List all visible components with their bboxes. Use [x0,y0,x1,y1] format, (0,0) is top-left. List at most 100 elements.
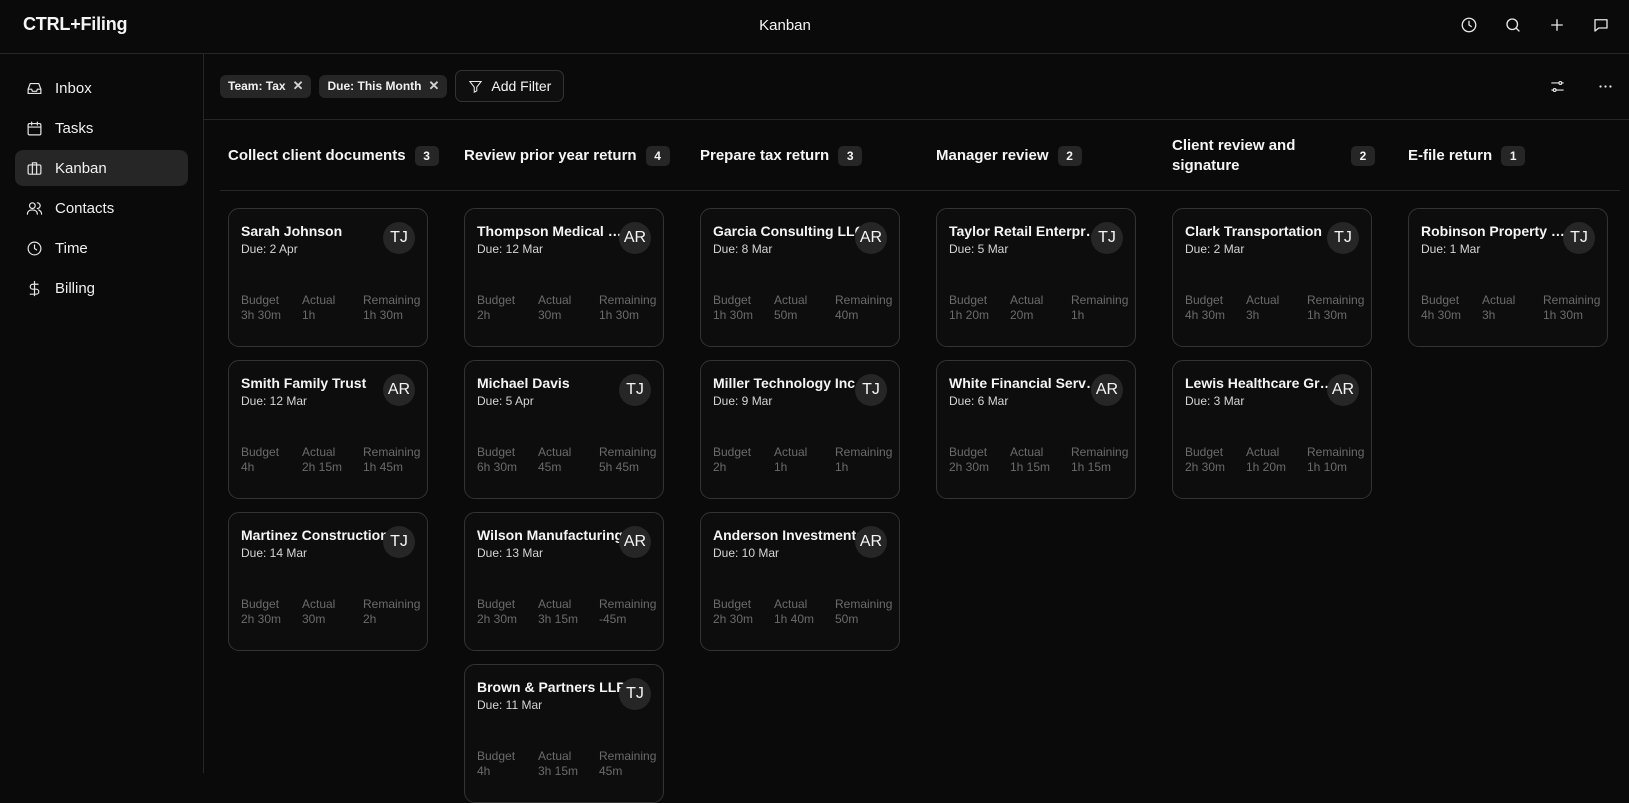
task-card[interactable]: Michael Davis Due: 5 Apr TJ Budget 6h 30m Act… [464,360,664,499]
task-card[interactable]: Lewis Healthcare Group Due: 3 Mar AR Budget… [1172,360,1372,499]
avatar[interactable]: TJ [619,374,651,406]
column-title: Collect client documents [228,146,406,164]
sidebar-item-contacts[interactable]: Contacts [15,190,188,226]
sidebar-item-kanban[interactable]: Kanban [15,150,188,186]
card-due-date: Due: 9 Mar [713,394,773,408]
chat-icon[interactable] [1589,13,1613,37]
card-client-name: Clark Transportation [1185,223,1322,239]
sidebar-item-billing[interactable]: Billing [15,270,188,306]
filter-chip-due[interactable]: Due: This Month ✕ [319,74,448,98]
sidebar-item-label: Kanban [55,159,107,177]
metric-value: 1h 15m [1010,460,1051,474]
metric-value: -45m [599,612,627,626]
metric-remaining: Remaining -45m [599,597,663,627]
avatar[interactable]: AR [383,374,415,406]
metric-budget: Budget 2h 30m [713,597,774,627]
avatar[interactable]: TJ [1091,222,1123,254]
sidebar-item-inbox[interactable]: Inbox [15,70,188,106]
metric-budget: Budget 2h [713,445,774,475]
metric-label: Actual [1246,293,1280,307]
metric-budget: Budget 4h [477,749,538,779]
avatar[interactable]: AR [1091,374,1123,406]
avatar[interactable]: AR [619,526,651,558]
settings-sliders-icon[interactable] [1545,74,1569,98]
filter-chip-team[interactable]: Team: Tax ✕ [220,74,312,98]
task-card[interactable]: Miller Technology Inc Due: 9 Mar TJ Budget 2… [700,360,900,499]
task-card[interactable]: Garcia Consulting LLC Due: 8 Mar AR Budget 1… [700,208,900,347]
close-icon[interactable]: ✕ [293,78,304,94]
metric-label: Remaining [363,445,421,459]
metric-value: 1h [835,460,849,474]
sidebar-item-time[interactable]: Time [15,230,188,266]
metric-label: Budget [241,445,280,459]
column-header: Prepare tax return 3 [700,120,920,191]
avatar[interactable]: TJ [855,374,887,406]
avatar[interactable]: TJ [619,678,651,710]
filter-chip-label: Team: Tax [228,79,286,93]
card-due-date: Due: 10 Mar [713,546,780,560]
avatar[interactable]: TJ [1327,222,1359,254]
plus-icon[interactable] [1545,13,1569,37]
metric-actual: Actual 1h [774,445,835,475]
metric-value: 4h [241,460,255,474]
inbox-icon [27,82,42,94]
metric-budget: Budget 4h 30m [1185,293,1246,323]
sidebar-item-label: Inbox [55,79,92,97]
avatar[interactable]: TJ [383,526,415,558]
task-card[interactable]: Sarah Johnson Due: 2 Apr TJ Budget 3h 30m Act… [228,208,428,347]
calendar-icon [27,121,42,135]
metric-value: 2h [713,460,727,474]
metric-label: Actual [1246,445,1280,459]
avatar[interactable]: AR [619,222,651,254]
column-count-badge: 1 [1501,145,1526,166]
metric-value: 2h 30m [477,612,518,626]
clock-icon[interactable] [1457,13,1481,37]
task-card[interactable]: Taylor Retail Enterprises Due: 5 Mar TJ Bud… [936,208,1136,347]
avatar[interactable]: AR [855,526,887,558]
avatar[interactable]: TJ [383,222,415,254]
metric-value: 1h 10m [1307,460,1348,474]
metric-value: 1h 15m [1071,460,1112,474]
metric-value: 2h 30m [949,460,990,474]
column-count-badge: 2 [1057,145,1082,166]
metric-value: 1h [1071,308,1085,322]
metric-value: 2h 15m [302,460,343,474]
task-card[interactable]: Wilson Manufacturing Due: 13 Mar AR Budget 2… [464,512,664,651]
sidebar-item-tasks[interactable]: Tasks [15,110,188,146]
more-icon[interactable] [1593,74,1617,98]
close-icon[interactable]: ✕ [428,78,439,94]
card-client-name: Robinson Property Group [1421,223,1573,239]
task-card[interactable]: Brown & Partners LLP Due: 11 Mar TJ Budget 4… [464,664,664,803]
metric-value: 1h 40m [774,612,815,626]
task-card[interactable]: Clark Transportation Due: 2 Mar TJ Budget 4h… [1172,208,1372,347]
search-icon[interactable] [1501,13,1525,37]
column-header: Client review and signature 2 [1172,120,1376,191]
metric-actual: Actual 1h 15m [1010,445,1071,475]
metric-budget: Budget 2h 30m [477,597,538,627]
metric-value: 30m [302,612,326,626]
task-card[interactable]: Thompson Medical Group Due: 12 Mar AR Budge… [464,208,664,347]
task-card[interactable]: Robinson Property Group Due: 1 Mar TJ Budge… [1408,208,1608,347]
task-card[interactable]: White Financial Services Due: 6 Mar AR Budg… [936,360,1136,499]
task-card[interactable]: Anderson Investments Due: 10 Mar AR Budget 2… [700,512,900,651]
metric-budget: Budget 1h 20m [949,293,1010,323]
metric-budget: Budget 1h 30m [713,293,774,323]
metric-remaining: Remaining 40m [835,293,899,323]
add-filter-button[interactable]: Add Filter [455,70,565,102]
avatar[interactable]: TJ [1563,222,1595,254]
metric-actual: Actual 1h 40m [774,597,835,627]
card-client-name: White Financial Services [949,375,1101,391]
metric-value: 1h 30m [1307,308,1348,322]
metric-value: 50m [835,612,859,626]
metric-value: 2h 30m [1185,460,1226,474]
metric-actual: Actual 2h 15m [302,445,363,475]
avatar[interactable]: AR [855,222,887,254]
metric-label: Actual [302,597,336,611]
metric-remaining: Remaining 1h 45m [363,445,427,475]
card-client-name: Michael Davis [477,375,570,391]
metric-budget: Budget 4h [241,445,302,475]
task-card[interactable]: Smith Family Trust Due: 12 Mar AR Budget 4h A… [228,360,428,499]
card-due-date: Due: 2 Mar [1185,242,1245,256]
avatar[interactable]: AR [1327,374,1359,406]
task-card[interactable]: Martinez Construction Due: 14 Mar TJ Budget… [228,512,428,651]
